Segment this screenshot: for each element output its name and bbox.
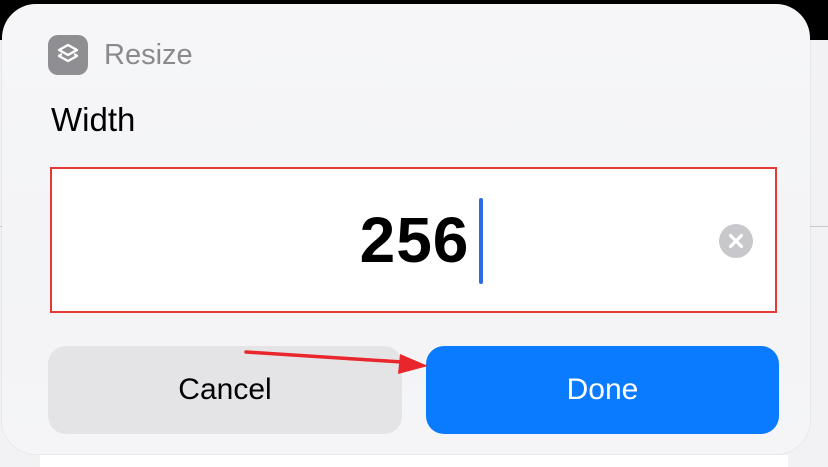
width-input-value[interactable]: 256 xyxy=(52,205,775,275)
background-strip xyxy=(40,455,788,467)
clear-x-circle-icon[interactable] xyxy=(719,224,753,258)
app-name: Resize xyxy=(104,39,193,71)
done-button[interactable]: Done xyxy=(426,346,779,434)
shortcuts-layers-icon xyxy=(48,35,88,75)
text-caret xyxy=(479,198,483,284)
width-input[interactable]: 256 xyxy=(50,167,777,313)
screen: Resize Width 256 Cancel Done xyxy=(0,0,828,467)
field-title: Width xyxy=(51,101,136,138)
cancel-button[interactable]: Cancel xyxy=(48,346,402,434)
